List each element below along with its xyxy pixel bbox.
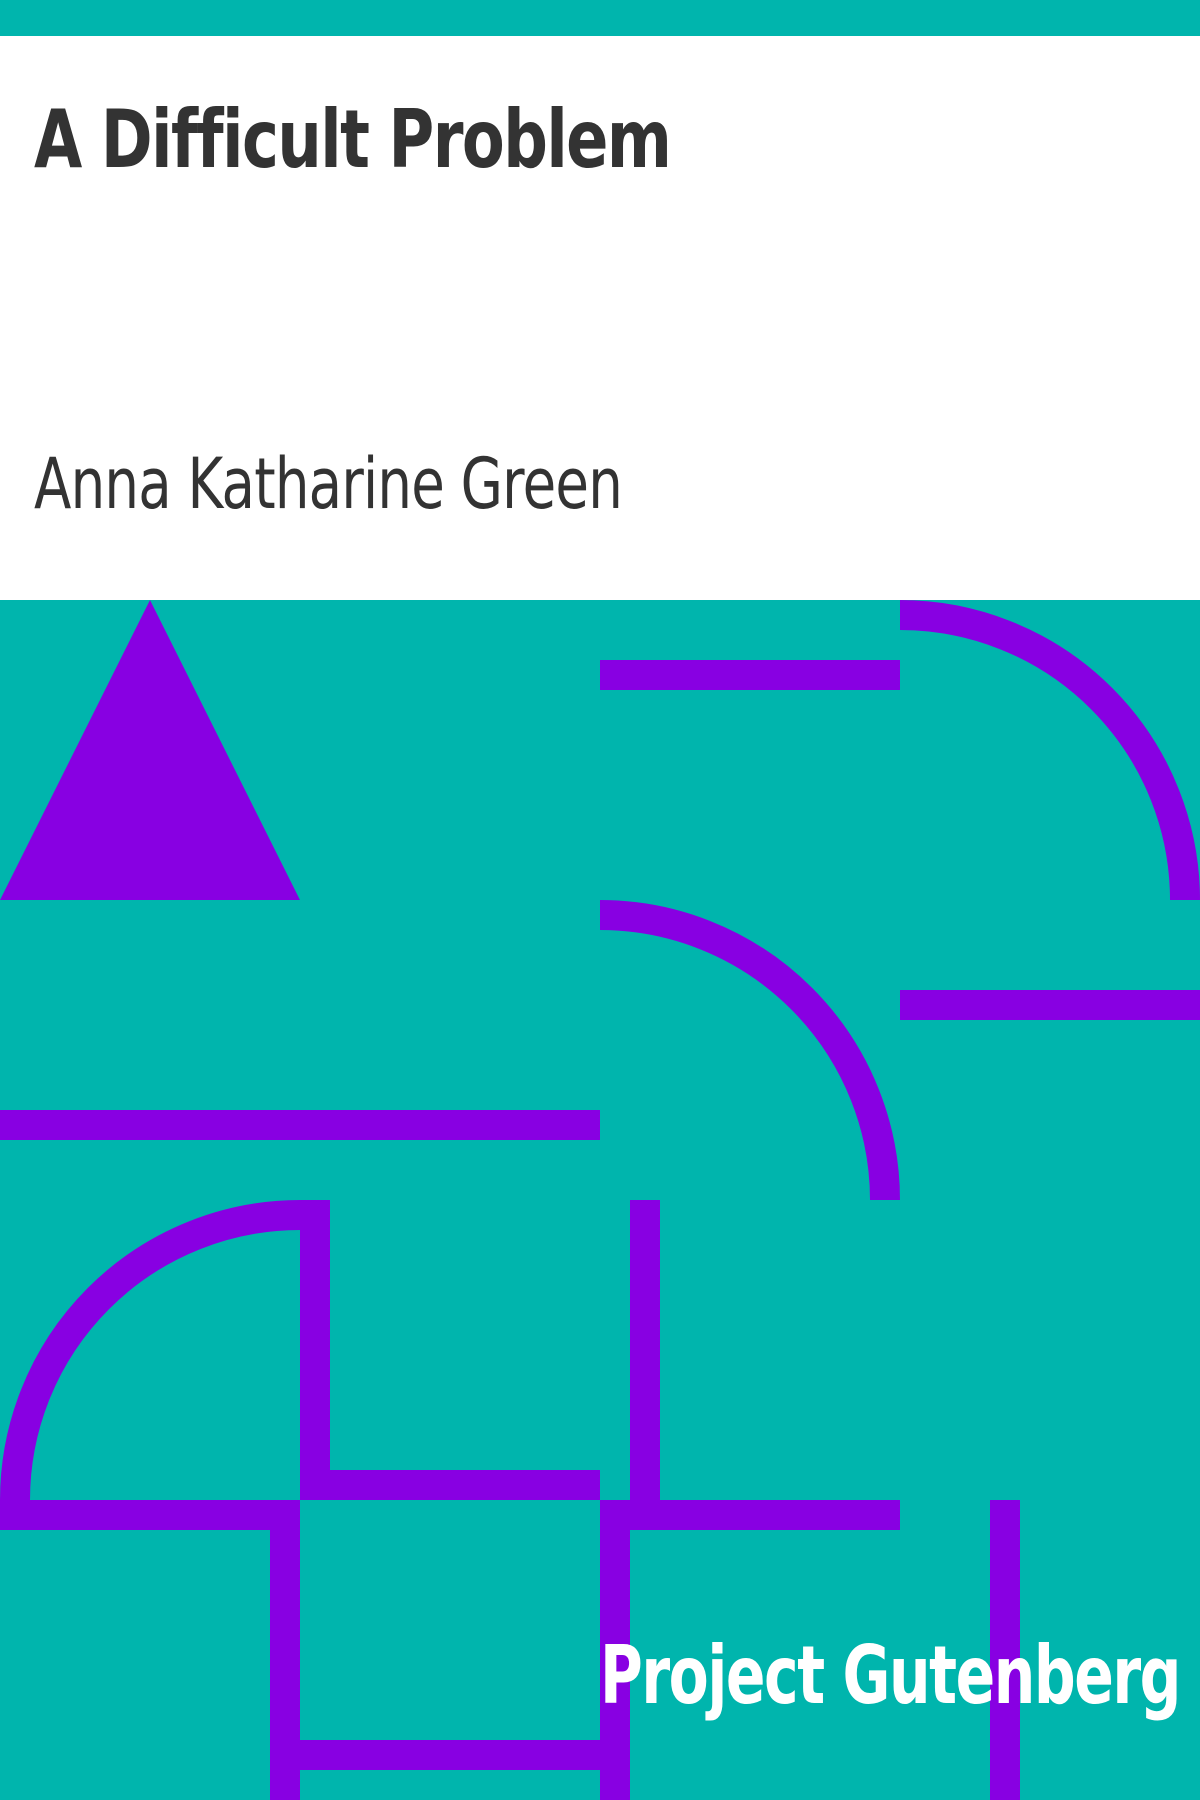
bar-center-low [300,1470,600,1500]
bar-vertical-left-low [270,1500,300,1800]
cover-artwork [0,600,1200,1800]
bar-right-middle [900,990,1200,1020]
bar-left-low [0,1500,300,1530]
book-author: Anna Katharine Green [34,443,623,525]
bar-top-middle [600,660,900,690]
bar-vertical-center [630,1200,660,1500]
bar-left-long [0,1110,600,1140]
bar-right-low [600,1500,900,1530]
bar-bottom [300,1740,600,1770]
top-color-band [0,0,1200,36]
book-title: A Difficult Problem [34,93,672,186]
book-cover: A Difficult Problem Anna Katharine Green [0,0,1200,1800]
publisher-name: Project Gutenberg [600,1629,1181,1722]
bar-vertical-tall [300,1200,330,1500]
